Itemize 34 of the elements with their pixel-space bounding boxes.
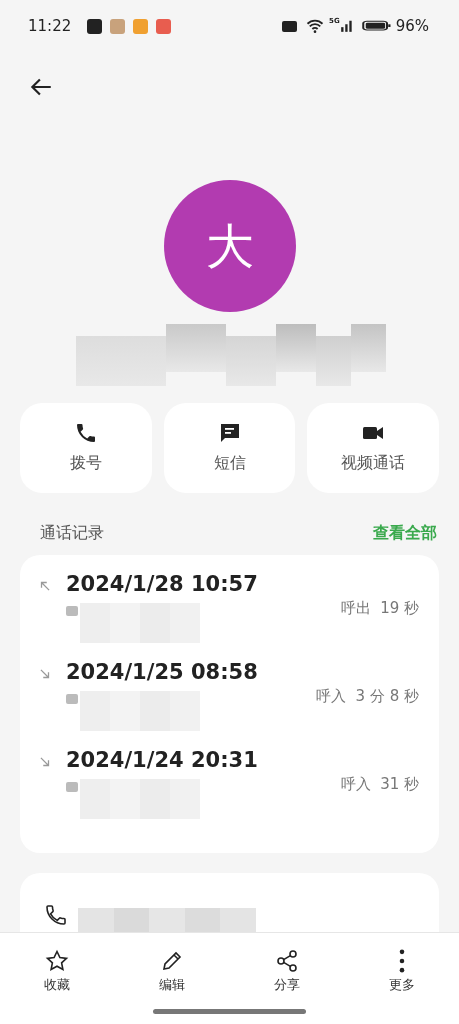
call-time: 2024/1/24 20:31 — [66, 747, 259, 774]
battery-percent: 96% — [395, 15, 429, 37]
action-button[interactable]: 视频通话 — [307, 403, 439, 493]
toolbar-button[interactable]: 收藏 — [27, 949, 88, 995]
outgoing-call-icon — [38, 579, 52, 593]
star-icon — [45, 949, 70, 973]
call-summary: 呼入 31 秒 — [340, 774, 419, 795]
more-icon — [398, 949, 405, 973]
share-icon — [274, 949, 299, 973]
signal-icon — [339, 18, 354, 34]
call-log-row[interactable]: 2024/1/25 08:58 呼入 3 分 8 秒 — [38, 657, 419, 745]
incoming-call-icon — [38, 667, 52, 681]
call-log-row[interactable]: 2024/1/28 10:57 呼出 19 秒 — [38, 569, 419, 657]
call-time: 2024/1/28 10:57 — [66, 571, 259, 598]
section-title: 通话记录 — [40, 522, 104, 544]
status-time: 11:22 — [28, 15, 72, 37]
call-time: 2024/1/25 08:58 — [66, 659, 259, 686]
action-button[interactable]: 拨号 — [20, 403, 152, 493]
toolbar-button[interactable]: 编辑 — [142, 949, 203, 995]
hd-icon — [282, 20, 298, 32]
wifi-icon — [305, 17, 326, 35]
hd-icon — [66, 781, 78, 792]
toolbar-button[interactable]: 更多 — [371, 949, 432, 995]
action-button[interactable]: 短信 — [163, 403, 296, 493]
call-log-row[interactable]: 2024/1/24 20:31 呼入 31 秒 — [38, 745, 419, 833]
battery-icon — [361, 18, 392, 34]
call-summary: 呼出 19 秒 — [340, 598, 419, 619]
hd-icon — [66, 693, 78, 704]
phone-icon — [44, 903, 68, 927]
contact-avatar: 大 — [163, 180, 296, 312]
incoming-call-icon — [38, 755, 52, 769]
toolbar-button[interactable]: 分享 — [256, 949, 317, 995]
hd-icon — [66, 605, 78, 616]
call-summary: 呼入 3 分 8 秒 — [316, 686, 419, 707]
